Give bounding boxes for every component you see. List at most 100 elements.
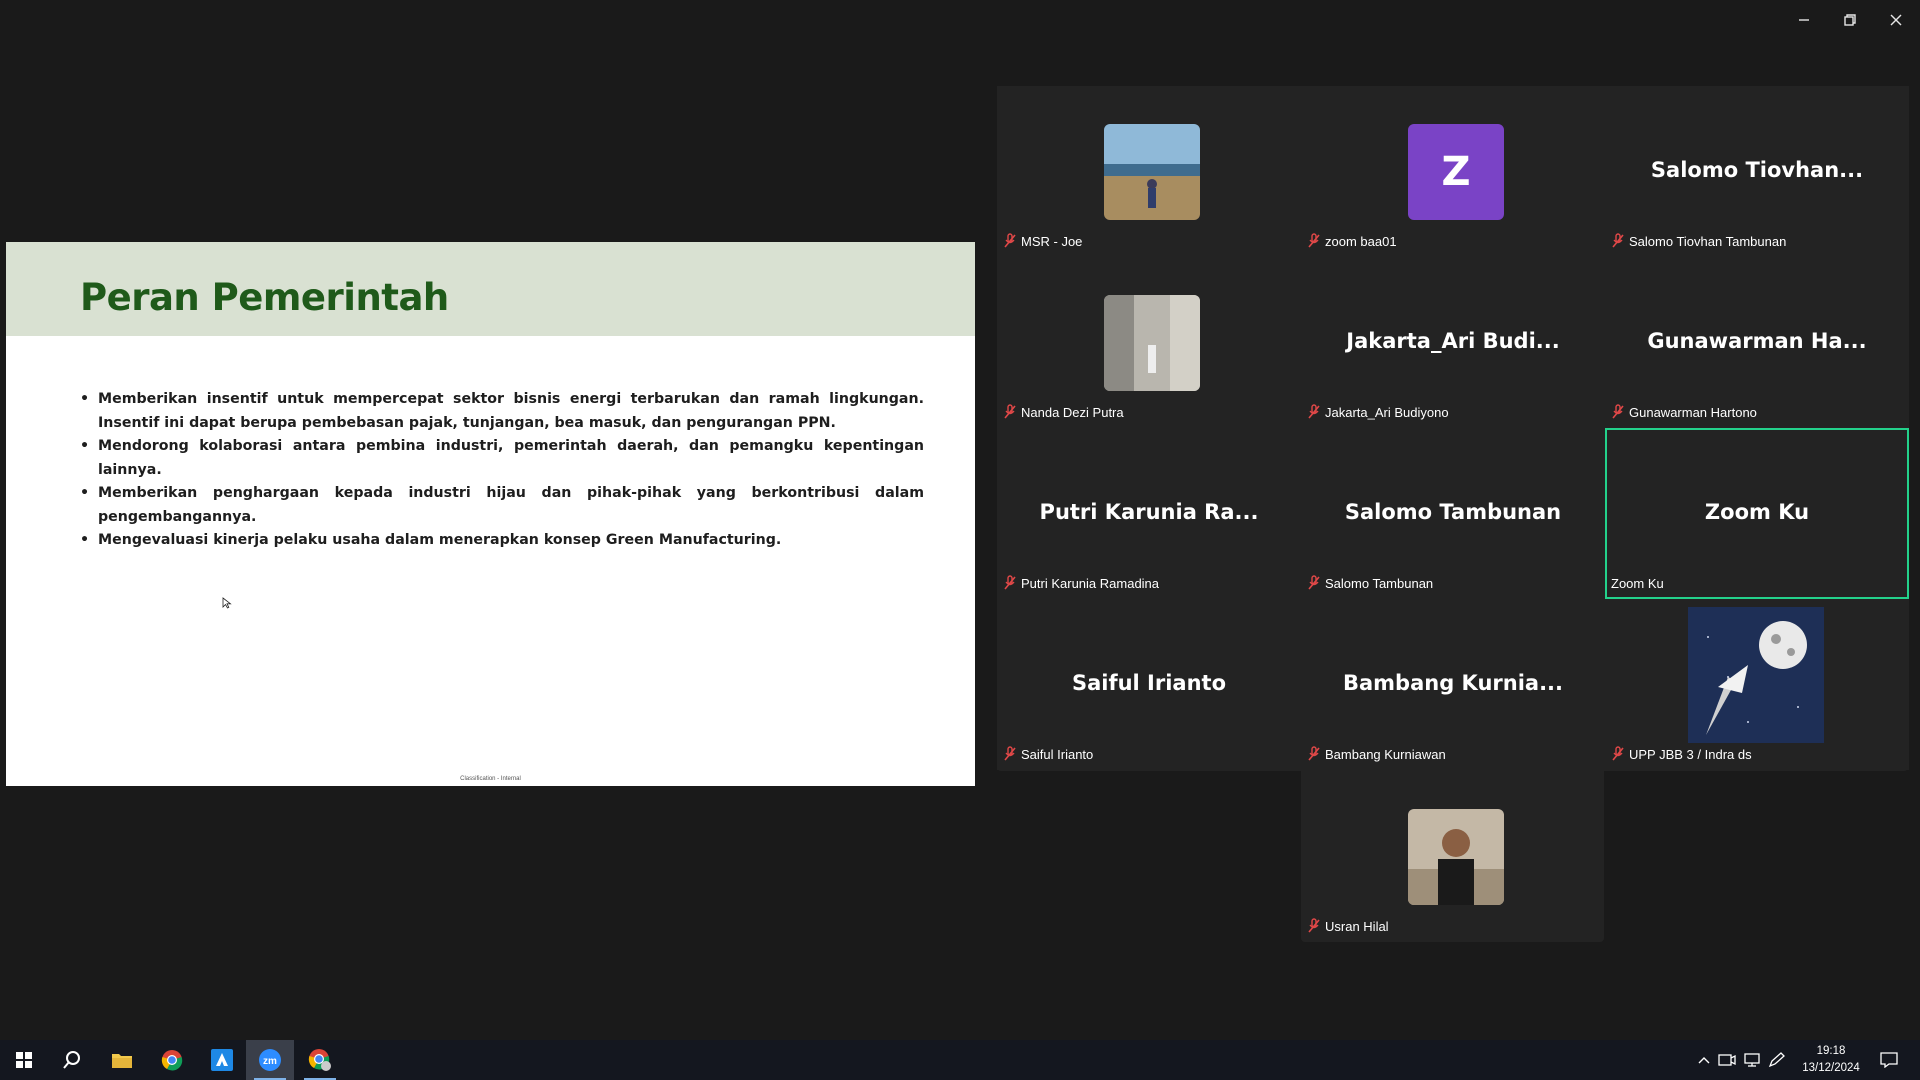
muted-mic-icon [1004,746,1016,761]
participant-name-label: Jakarta_Ari Budiyono [1307,404,1449,420]
windows-start-icon [16,1052,32,1068]
chrome-icon [161,1050,183,1071]
participant-name-label: Gunawarman Hartono [1611,404,1757,420]
participant-name-label: Saiful Irianto [1003,746,1093,762]
muted-mic-icon [1612,746,1624,761]
participant-display-name: Gunawarman Ha... [1647,329,1867,353]
avatar [1104,124,1200,220]
notification-icon [1880,1052,1898,1068]
muted-mic-icon [1308,404,1320,419]
participant-display-name: Putri Karunia Ra... [1039,500,1259,524]
participant-tile[interactable]: Putri Karunia Ra... Putri Karunia Ramadi… [997,428,1301,599]
participant-tile[interactable]: Jakarta_Ari Budi... Jakarta_Ari Budiyono [1301,257,1605,428]
mouse-cursor-icon [222,597,232,609]
clock-time: 19:18 [1816,1045,1846,1057]
participant-name-label: MSR - Joe [1003,233,1082,249]
close-button[interactable] [1881,8,1911,32]
start-button[interactable] [0,1040,48,1080]
participant-name-label: Salomo Tiovhan Tambunan [1611,233,1786,249]
restore-button[interactable] [1835,8,1865,32]
muted-mic-icon [1004,233,1016,248]
notification-center-button[interactable] [1874,1040,1904,1080]
participant-display-name: Saiful Irianto [1071,671,1227,695]
slide-bullet-list: Memberikan insentif untuk mempercepat se… [80,388,924,553]
avatar [1688,607,1824,743]
participant-name-label: Bambang Kurniawan [1307,746,1446,762]
muted-mic-icon [1308,746,1320,761]
participant-tile[interactable]: Z zoom baa01 [1301,86,1605,257]
slide-bullet: Mengevaluasi kinerja pelaku usaha dalam … [80,529,924,553]
file-explorer-icon [112,1054,132,1068]
participant-display-name: Salomo Tiovhan... [1650,158,1864,182]
close-icon [1890,14,1902,26]
chrome-button[interactable] [148,1040,196,1080]
shared-screen-slide: Peran Pemerintah Memberikan insentif unt… [6,242,975,786]
slide-bullet: Mendorong kolaborasi antara pembina indu… [80,435,924,482]
profile-photo [1104,295,1200,391]
search-icon [63,1051,80,1069]
slide-title: Peran Pemerintah [80,276,449,319]
pen-icon [1768,1052,1785,1068]
participant-tile[interactable]: Gunawarman Ha... Gunawarman Hartono [1605,257,1909,428]
chevron-up-icon [1698,1057,1710,1064]
participant-tile[interactable]: Nanda Dezi Putra [997,257,1301,428]
muted-mic-icon [1308,575,1320,590]
network-icon [1744,1053,1760,1067]
avatar: Z [1408,124,1504,220]
muted-mic-icon [1612,404,1624,419]
participant-tile[interactable]: Bambang Kurnia... Bambang Kurniawan [1301,599,1605,770]
chrome-profile-icon [308,1049,331,1071]
participant-tile[interactable]: UPP JBB 3 / Indra ds [1605,599,1909,770]
search-button[interactable] [48,1040,96,1080]
participant-tile[interactable]: Salomo Tiovhan... Salomo Tiovhan Tambuna… [1605,86,1909,257]
participant-name-label: zoom baa01 [1307,233,1397,249]
slide-bullet: Memberikan insentif untuk mempercepat se… [80,388,924,435]
participant-display-name: Jakarta_Ari Budi... [1346,329,1560,353]
svg-text:zm: zm [263,1056,277,1067]
participant-name-label: UPP JBB 3 / Indra ds [1611,746,1752,762]
muted-mic-icon [1308,233,1320,248]
participant-name-label: Putri Karunia Ramadina [1003,575,1159,591]
participant-tile[interactable]: Salomo Tambunan Salomo Tambunan [1301,428,1605,599]
participant-name-label: Usran Hilal [1307,918,1389,934]
participant-name-label: Zoom Ku [1611,575,1664,591]
participant-display-name: Zoom Ku [1704,500,1810,524]
muted-mic-icon [1004,404,1016,419]
azure-button[interactable] [198,1040,246,1080]
profile-photo [1104,124,1200,220]
slide-classification-label: Classification - Internal [460,776,521,782]
camera-icon [1718,1054,1736,1066]
clock-date: 13/12/2024 [1802,1062,1860,1074]
tray-meet-now[interactable] [1716,1040,1738,1080]
participant-tile-active-speaker[interactable]: Zoom Ku Zoom Ku [1605,428,1909,599]
slide-bullet: Memberikan penghargaan kepada industri h… [80,482,924,529]
participant-tile[interactable]: Usran Hilal [1301,771,1604,942]
restore-icon [1844,14,1856,26]
avatar [1104,295,1200,391]
minimize-button[interactable] [1789,8,1819,32]
file-explorer-button[interactable] [98,1040,146,1080]
system-clock[interactable]: 19:18 13/12/2024 [1796,1043,1866,1077]
profile-photo [1408,809,1504,905]
participant-tile[interactable]: MSR - Joe [997,86,1301,257]
avatar [1408,809,1504,905]
minimize-icon [1799,19,1809,21]
muted-mic-icon [1004,575,1016,590]
participant-tile[interactable]: Saiful Irianto Saiful Irianto [997,599,1301,770]
zoom-button[interactable]: zm [246,1040,294,1080]
participant-gallery: MSR - Joe Z zoom baa01 Salomo Tiovhan...… [997,86,1909,771]
muted-mic-icon [1612,233,1624,248]
participant-name-label: Nanda Dezi Putra [1003,404,1124,420]
participant-display-name: Salomo Tambunan [1344,500,1562,524]
tray-pen[interactable] [1766,1040,1788,1080]
participant-display-name: Bambang Kurnia... [1342,671,1564,695]
muted-mic-icon [1308,918,1320,933]
participant-name-label: Salomo Tambunan [1307,575,1433,591]
taskbar: zm [0,1040,1920,1080]
moon-rocket-image [1688,607,1824,743]
show-hidden-icons-button[interactable] [1694,1040,1714,1080]
tray-network[interactable] [1741,1040,1763,1080]
zoom-icon: zm [259,1049,281,1071]
azure-icon [211,1049,233,1071]
chrome-profile-button[interactable] [296,1040,344,1080]
